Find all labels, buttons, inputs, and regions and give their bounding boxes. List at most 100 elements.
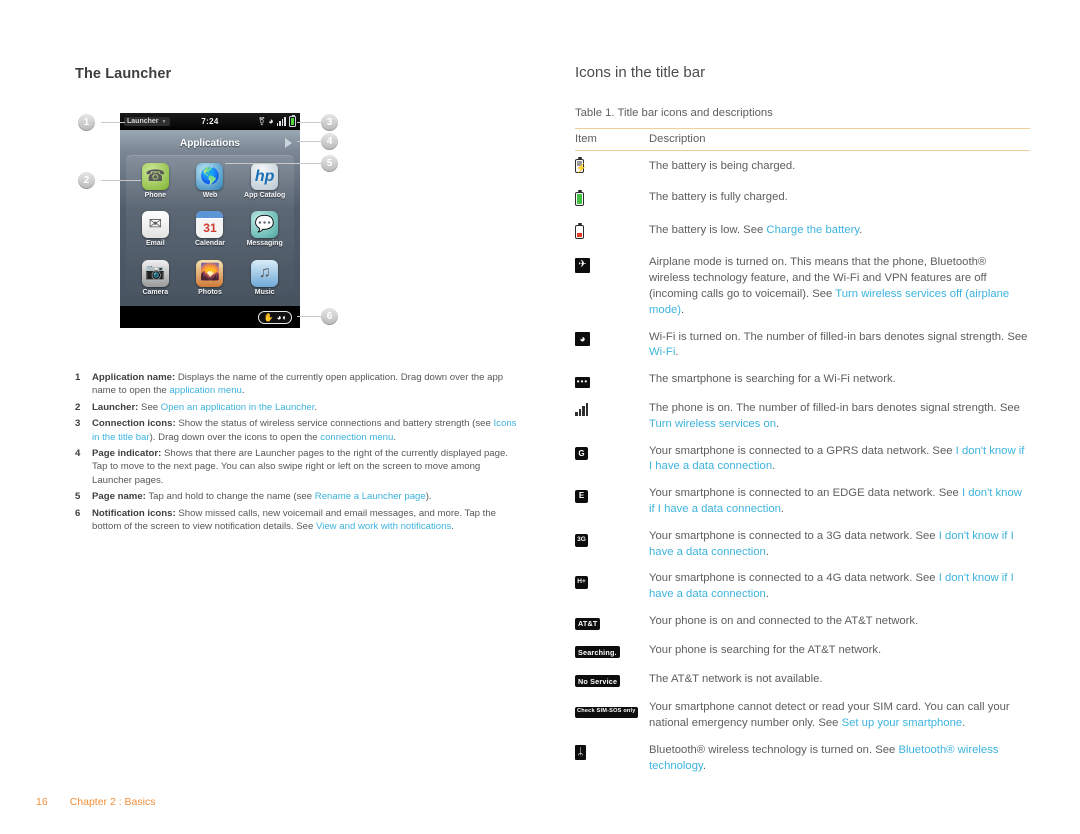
table-body: The battery is being charged. The battery… [575,151,1030,780]
notification-bar[interactable]: ✋ ◕◖ [120,306,300,328]
body-text: Wi-Fi is turned on. The number of filled… [649,330,1028,343]
list-item-number: 2 [75,401,81,413]
launcher-figure: Launcher ▼ 7:24 ⚧ ◕ Applications ☎ Phone… [75,108,365,343]
table-cell-icon [575,151,649,184]
cross-reference-link[interactable]: Charge the battery [766,224,859,236]
body-text: . [765,545,769,558]
table-cell-description: Your phone is searching for the AT&T net… [649,637,1030,666]
launcher-app-label: Phone [144,192,167,199]
missed-call-icon: ✋ [263,312,274,322]
list-item-number: 3 [75,418,81,430]
launcher-app-email[interactable]: ✉ Email [128,208,183,256]
body-text: . [241,385,245,397]
column-header-item: Item [575,128,649,151]
table-cell-icon: No Service [575,666,649,695]
table-cell-description: Your smartphone is connected to a GPRS d… [649,438,1030,481]
page-title: The Launcher [75,66,172,82]
launcher-app-music[interactable]: ♫ Music [237,257,292,305]
bluetooth-icon: ᛦ [575,745,586,761]
callout-leader [101,122,125,123]
gprs-icon: G [575,447,588,461]
hp-bag-icon: hp [251,163,279,190]
cross-reference-link[interactable]: Turn wireless services on [649,418,776,430]
table-cell-description: Airplane mode is turned on. This means t… [649,249,1030,323]
table-cell-description: Wi-Fi is turned on. The number of filled… [649,324,1030,367]
cross-reference-link[interactable]: Rename a Launcher page [315,491,426,502]
table-row: ✈ Airplane mode is turned on. This means … [575,249,1030,323]
connection-icons-group: ⚧ ◕ [258,114,296,127]
battery-full-icon [575,189,584,206]
table-cell-icon: G [575,438,649,481]
calendar-day: 31 [203,220,217,235]
note-term: Application name: [92,372,176,383]
table-cell-description: The phone is on. The number of filled-in… [649,395,1030,438]
list-item: 5 Page name: Tap and hold to change the n… [75,490,520,503]
phone-screenshot: Launcher ▼ 7:24 ⚧ ◕ Applications ☎ Phone… [120,113,300,328]
4g-icon: H+ [575,576,588,590]
table-cell-description: The smartphone is searching for a Wi-Fi … [649,366,1030,395]
table-cell-icon: E [575,480,649,523]
body-text: Your smartphone is connected to a 4G dat… [649,572,939,585]
globe-icon: 🌎 [196,163,224,190]
launcher-app-messaging[interactable]: 💬 Messaging [237,208,292,256]
no-service-icon: No Service [575,675,621,688]
table-cell-icon: H+ [575,565,649,608]
body-text: ). Drag down over the icons to open the [149,431,321,443]
cross-reference-link[interactable]: View and work with notifications [316,521,451,532]
list-item-number: 1 [75,372,81,383]
list-item-text: Page indicator: Shows that there are Lau… [92,447,520,487]
body-text: Bluetooth® wireless technology is turned… [649,743,899,756]
launcher-app-label: Web [202,192,218,199]
phone-icon: ☎ [141,163,169,190]
table-cell-icon: ᛦ [575,737,649,780]
table-row: E Your smartphone is connected to an EDGE… [575,480,1030,523]
launcher-app-web[interactable]: 🌎 Web [183,160,238,208]
phone-title-bar: Launcher ▼ 7:24 ⚧ ◕ [120,113,300,130]
breadcrumb: Chapter 2 : Basics [69,796,156,808]
table-row: Searching. Your phone is searching for th… [575,637,1030,666]
launcher-app-phone[interactable]: ☎ Phone [128,160,183,208]
table-cell-description: Bluetooth® wireless technology is turned… [649,737,1030,780]
note-term: Connection icons: [92,418,176,430]
photos-icon: 🌄 [196,259,224,287]
table-cell-description: Your smartphone is connected to an EDGE … [649,480,1030,523]
battery-icon [289,114,296,127]
list-item: 4 Page indicator: Shows that there are La… [75,447,520,487]
list-item-text: Application name: Displays the name of t… [92,371,520,398]
table-cell-icon: AT&T [575,608,649,637]
battery-low-icon [575,222,584,239]
searching-icon: Searching. [575,646,620,659]
launcher-app-calendar[interactable]: 31 Calendar [183,208,238,256]
callout-5: 5 [321,155,338,172]
body-text: Your smartphone is connected to a 3G dat… [649,529,939,542]
att-icon: AT&T [575,617,601,630]
launcher-app-camera[interactable]: 📷 Camera [128,257,183,305]
table-cell-description: Your smartphone cannot detect or read yo… [649,694,1030,737]
body-text: The battery is being charged. [649,160,796,172]
cross-reference-link[interactable]: connection menu [320,432,393,443]
table-row: ᛦ Bluetooth® wireless technology is turne… [575,737,1030,780]
title-bar-icons-table: Item Description The battery is being ch… [575,128,1030,780]
launcher-app-label: Camera [142,288,169,296]
table-cell-icon: Searching. [575,637,649,666]
application-name-label: Launcher [127,118,159,125]
body-text: Your phone is on and connected to the AT… [649,614,919,627]
list-item-text: Launcher: See Open an application in the… [92,401,317,414]
cross-reference-link[interactable]: Wi-Fi [649,346,675,358]
voicemail-icon: ◕◖ [276,312,287,322]
chevron-down-icon: ▼ [161,118,167,125]
cross-reference-link[interactable]: Set up your smartphone [842,717,963,729]
table-cell-icon: ••• [575,366,649,395]
body-text: . [681,303,685,316]
cross-reference-link[interactable]: application menu [169,385,242,396]
launcher-app-app-catalog[interactable]: hp App Catalog [237,160,292,208]
table-cell-description: Your phone is on and connected to the AT… [649,608,1030,637]
notification-icons-pill[interactable]: ✋ ◕◖ [258,311,292,324]
table-cell-description: Your smartphone is connected to a 4G dat… [649,565,1030,608]
cross-reference-link[interactable]: Open an application in the Launcher [161,402,315,413]
wifi-on-icon: ◕ [575,332,590,347]
launcher-app-photos[interactable]: 🌄 Photos [183,257,238,305]
body-text: Your smartphone is connected to a GPRS d… [649,444,956,457]
list-item: 3 Connection icons: Show the status of wi… [75,417,520,444]
section-title: Icons in the title bar [575,64,706,81]
